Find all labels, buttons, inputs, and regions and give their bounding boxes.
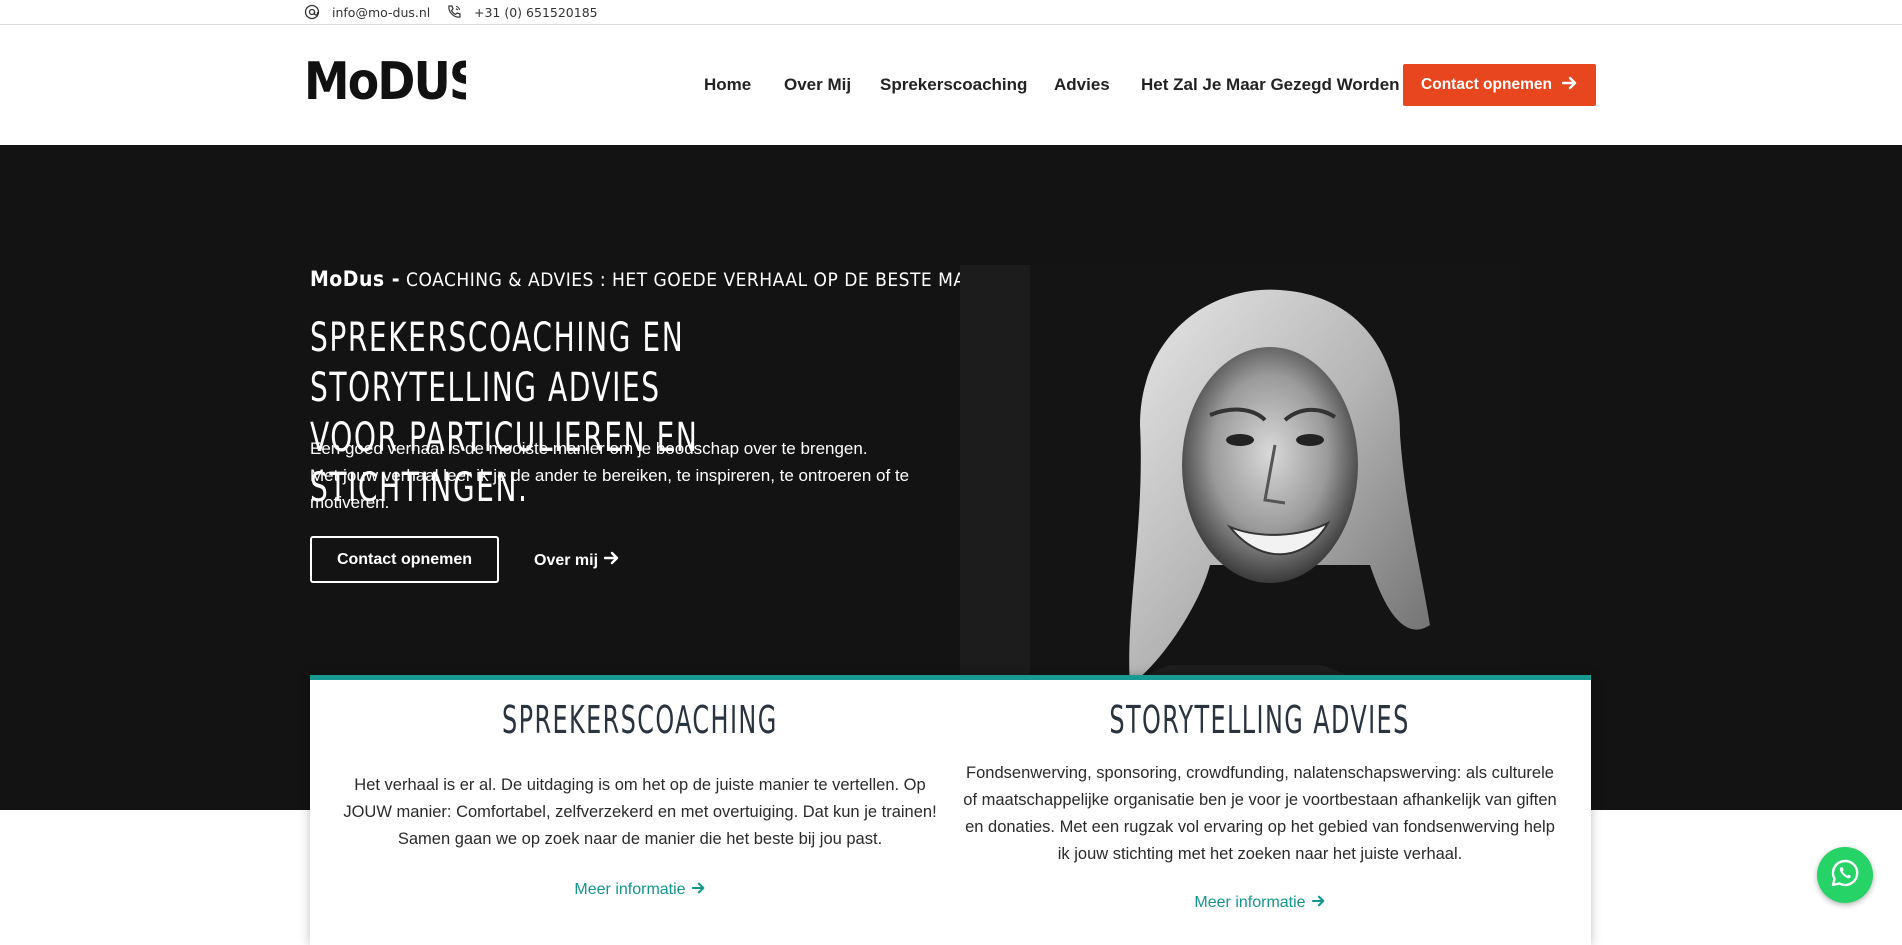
site-header: MoDUS COACHING & ADVIES Home Over Mij Sp… [0,25,1902,145]
hero-paragraph: Een goed verhaal is de mooiste manier om… [310,435,930,516]
meer-informatie-label: Meer informatie [574,881,686,898]
arrow-right-icon [691,881,706,899]
card-title: Storytelling advies [1109,698,1411,742]
nav-over-mij[interactable]: Over Mij [784,75,851,95]
meer-informatie-link[interactable]: Meer informatie [574,881,705,899]
header-contact-label: Contact opnemen [1421,76,1552,93]
over-mij-link[interactable]: Over mij [534,551,620,570]
services-card: Sprekerscoaching Het verhaal is er al. D… [310,675,1591,945]
arrow-right-icon [603,551,620,570]
email-text[interactable]: info@mo-dus.nl [332,5,430,20]
nav-sprekerscoaching[interactable]: Sprekerscoaching [880,75,1027,95]
top-contact-bar: info@mo-dus.nl +31 (0) 651520185 [0,0,1902,25]
site-logo[interactable]: MoDUS COACHING & ADVIES [304,49,466,121]
hero-paragraph-line-2: Met jouw verhaal leer ik je de ander te … [310,466,910,512]
hero-contact-button[interactable]: Contact opnemen [310,536,499,583]
kicker-text: Coaching & Advies : Het goede verhaal op… [406,269,1014,291]
svg-text:MoDUS: MoDUS [304,51,466,112]
card-sprekerscoaching: Sprekerscoaching Het verhaal is er al. D… [330,680,950,899]
phone-icon [446,4,462,20]
meer-informatie-label: Meer informatie [1194,894,1306,911]
card-storytelling-advies: Storytelling advies Fondsenwerving, spon… [950,680,1570,912]
arrow-right-icon [1561,76,1578,95]
whatsapp-icon [1829,857,1861,893]
card-text: Het verhaal is er al. De uitdaging is om… [343,776,937,848]
hero-kicker: MoDus - Coaching & Advies : Het goede ve… [310,267,1013,291]
headline-line-1: Sprekerscoaching en storytelling advies [310,315,685,411]
phone-contact[interactable]: +31 (0) 651520185 [446,4,598,20]
nav-het-zal-je-maar-gezegd-worden[interactable]: Het Zal Je Maar Gezegd Worden [1141,75,1400,95]
kicker-brand: MoDus - [310,267,401,291]
hero-paragraph-line-1: Een goed verhaal is de mooiste manier om… [310,439,868,458]
nav-home[interactable]: Home [704,75,751,95]
card-title: Sprekerscoaching [502,698,778,742]
phone-text[interactable]: +31 (0) 651520185 [474,5,598,20]
email-contact[interactable]: info@mo-dus.nl [304,4,430,20]
nav-advies[interactable]: Advies [1054,75,1110,95]
whatsapp-button[interactable] [1817,847,1873,903]
over-mij-label: Over mij [534,551,599,569]
header-contact-button[interactable]: Contact opnemen [1403,64,1596,106]
meer-informatie-link[interactable]: Meer informatie [1194,894,1325,912]
at-icon [304,4,320,20]
card-text: Fondsenwerving, sponsoring, crowdfunding… [963,764,1557,863]
arrow-right-icon [1311,894,1326,912]
